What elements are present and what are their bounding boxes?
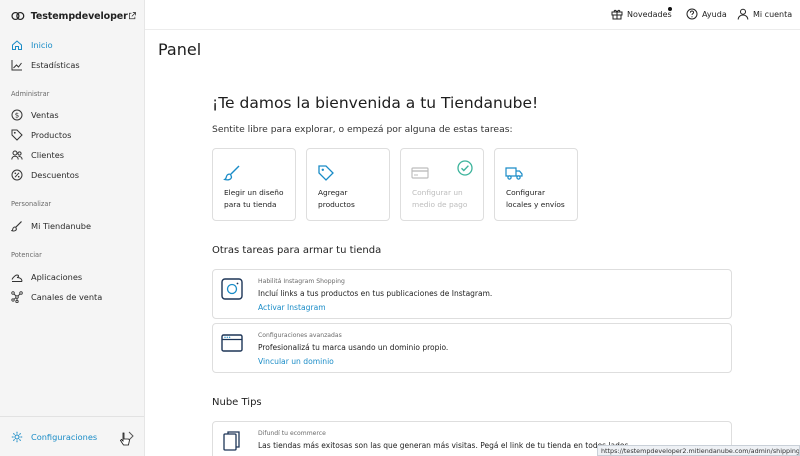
sidebar-item-label: Clientes xyxy=(31,150,65,160)
sidebar-item-label: Mi Tiendanube xyxy=(31,221,92,231)
task-card-design[interactable]: Elegir un diseño para tu tienda xyxy=(212,148,296,221)
browser-status-url: https://testempdeveloper2.mitiendanube.c… xyxy=(597,445,800,456)
apps-icon xyxy=(11,274,23,282)
user-icon xyxy=(737,8,749,20)
task-row-kicker: Habilitá Instagram Shopping xyxy=(258,278,345,285)
task-row-kicker: Configuraciones avanzadas xyxy=(258,332,342,339)
truck-icon xyxy=(505,167,523,180)
check-circle-icon xyxy=(457,160,473,176)
sidebar-item-clientes[interactable]: Clientes xyxy=(0,145,144,165)
task-row-instagram: Habilitá Instagram Shopping Incluí links… xyxy=(212,269,732,319)
sidebar: Testempdeveloper Inicio Estadísticas Adm… xyxy=(0,0,145,456)
account-label: Mi cuenta xyxy=(753,9,793,19)
task-row-description: Profesionalizá tu marca usando un domini… xyxy=(258,343,449,352)
sidebar-item-productos[interactable]: Productos xyxy=(0,125,144,145)
section-label-potenciar: Potenciar xyxy=(11,251,42,259)
dollar-icon: $ xyxy=(11,109,23,121)
task-label: Configurar locales y envíos xyxy=(506,188,565,209)
news-button[interactable]: Novedades xyxy=(611,8,672,20)
sidebar-item-label: Inicio xyxy=(31,40,53,50)
brush-icon xyxy=(223,165,240,181)
tip-row-kicker: Difundí tu ecommerce xyxy=(258,430,326,437)
task-row-description: Incluí links a tus productos en tus publ… xyxy=(258,289,493,298)
network-icon xyxy=(11,291,23,303)
cloud-logo-icon xyxy=(11,11,25,21)
page-title: Panel xyxy=(158,40,202,59)
sidebar-item-label: Productos xyxy=(31,130,72,140)
tag-icon xyxy=(318,165,334,181)
sidebar-item-estadisticas[interactable]: Estadísticas xyxy=(0,55,144,75)
sidebar-item-label: Canales de venta xyxy=(31,292,103,302)
brush-icon xyxy=(11,221,22,232)
section-label-personalizar: Personalizar xyxy=(11,200,52,208)
browser-window-icon xyxy=(221,334,243,352)
help-button[interactable]: Ayuda xyxy=(686,8,727,20)
sidebar-item-label: Aplicaciones xyxy=(31,272,83,282)
welcome-heading: ¡Te damos la bienvenida a tu Tiendanube! xyxy=(212,94,539,112)
external-link-icon[interactable] xyxy=(128,10,136,22)
store-name: Testempdeveloper xyxy=(30,10,128,22)
activate-instagram-link[interactable]: Activar Instagram xyxy=(258,303,326,312)
percent-icon xyxy=(11,169,23,181)
sidebar-item-inicio[interactable]: Inicio xyxy=(0,35,144,55)
sidebar-item-aplicaciones[interactable]: Aplicaciones xyxy=(0,267,144,287)
home-icon xyxy=(12,40,22,50)
sidebar-item-label: Estadísticas xyxy=(31,60,80,70)
documents-icon xyxy=(223,431,240,451)
sidebar-item-descuentos[interactable]: Descuentos xyxy=(0,165,144,185)
welcome-subtitle: Sentite libre para explorar, o empezá po… xyxy=(212,124,513,135)
task-label: Agregar productos xyxy=(318,188,355,209)
link-domain-link[interactable]: Vincular un dominio xyxy=(258,357,334,366)
tag-icon xyxy=(11,129,23,141)
other-tasks-heading: Otras tareas para armar tu tienda xyxy=(212,245,382,256)
task-label: Configurar un medio de pago xyxy=(412,188,468,209)
task-card-payment[interactable]: Configurar un medio de pago xyxy=(400,148,484,221)
help-icon xyxy=(686,8,698,20)
task-card-shipping[interactable]: Configurar locales y envíos xyxy=(494,148,578,221)
gift-icon xyxy=(611,9,623,20)
tip-row-description: Las tiendas más exitosas son las que gen… xyxy=(258,441,631,450)
task-card-products[interactable]: Agregar productos xyxy=(306,148,390,221)
sidebar-item-label: Descuentos xyxy=(31,170,80,180)
topbar: Novedades Ayuda Mi cuenta xyxy=(145,0,800,30)
help-label: Ayuda xyxy=(702,9,727,19)
chart-icon xyxy=(11,60,22,71)
sidebar-item-mi-tiendanube[interactable]: Mi Tiendanube xyxy=(0,216,144,236)
users-icon xyxy=(11,150,23,160)
task-label: Elegir un diseño para tu tienda xyxy=(224,188,284,209)
section-label-administrar: Administrar xyxy=(11,90,50,98)
brand-bar: Testempdeveloper xyxy=(0,0,144,32)
tips-heading: Nube Tips xyxy=(212,397,262,408)
svg-text:$: $ xyxy=(15,112,19,120)
notification-dot xyxy=(668,7,672,11)
news-label: Novedades xyxy=(627,9,672,19)
credit-card-icon xyxy=(411,167,429,179)
sidebar-item-label: Configuraciones xyxy=(31,432,98,442)
task-row-domain: Configuraciones avanzadas Profesionalizá… xyxy=(212,323,732,373)
gear-icon xyxy=(11,431,23,443)
sidebar-item-canales-de-venta[interactable]: Canales de venta xyxy=(0,287,144,307)
instagram-icon xyxy=(221,278,243,300)
sidebar-item-ventas[interactable]: $ Ventas xyxy=(0,105,144,125)
sidebar-item-label: Ventas xyxy=(31,110,59,120)
account-button[interactable]: Mi cuenta xyxy=(737,8,792,20)
mouse-cursor-icon xyxy=(120,432,130,446)
